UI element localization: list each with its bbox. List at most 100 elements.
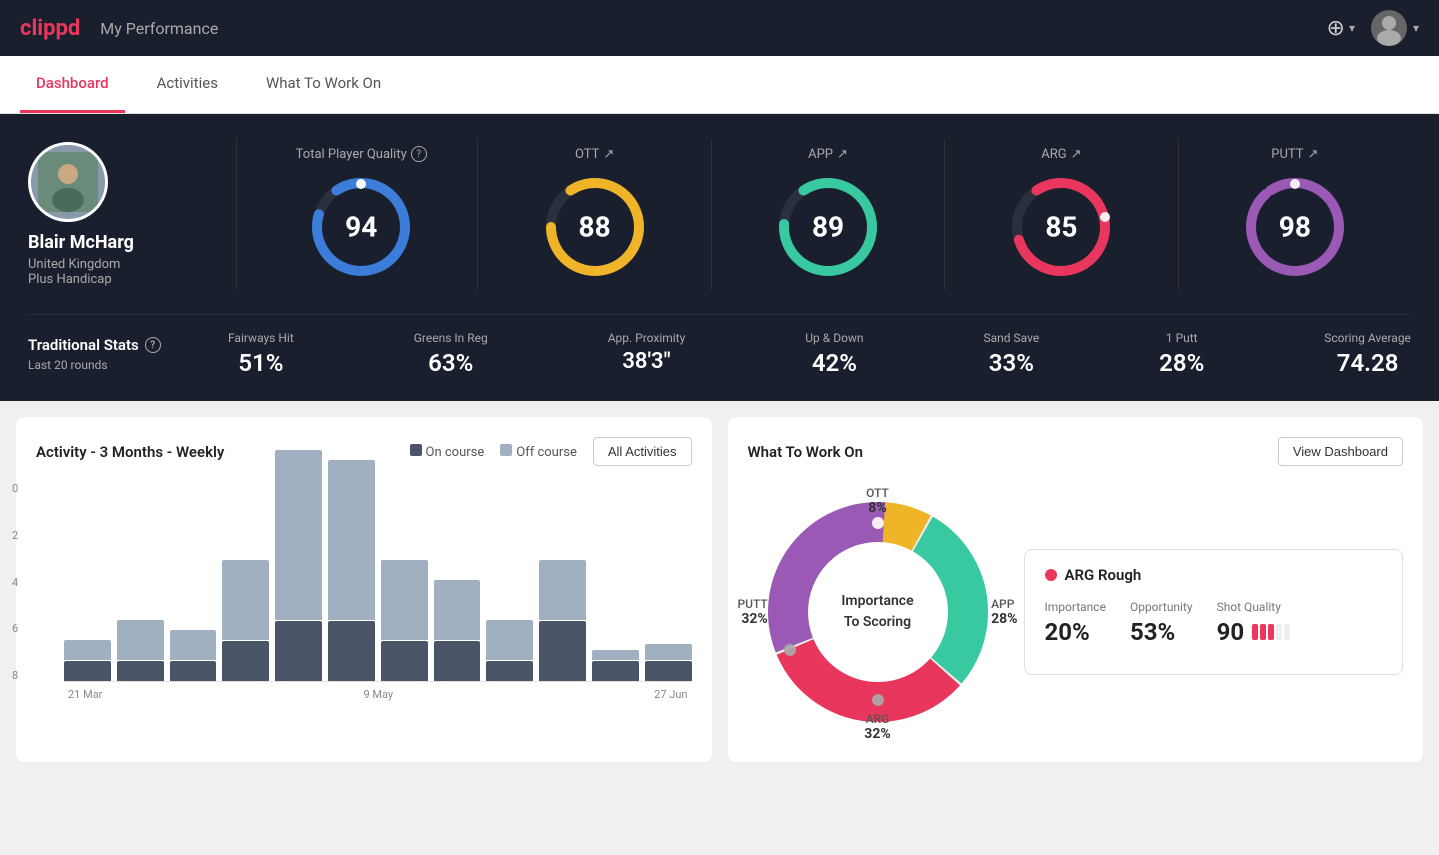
score-putt-value: 98 bbox=[1279, 210, 1311, 243]
stat-gir: Greens In Reg 63% bbox=[414, 331, 488, 377]
app-label: APP 28% bbox=[991, 597, 1017, 627]
stat-items: Fairways Hit 51% Greens In Reg 63% App. … bbox=[228, 331, 1411, 377]
player-name: Blair McHarg bbox=[28, 232, 134, 253]
scores-section: Total Player Quality ? 94 OTT ↗ bbox=[245, 138, 1411, 290]
arg-arrow: ↗ bbox=[1071, 147, 1082, 162]
score-app: APP ↗ 89 bbox=[712, 139, 945, 290]
bar-group bbox=[117, 482, 164, 681]
info-card-title: ARG Rough bbox=[1045, 566, 1383, 584]
stat-1putt: 1 Putt 28% bbox=[1159, 331, 1204, 377]
avatar-chevron: ▾ bbox=[1413, 21, 1419, 35]
player-handicap: Plus Handicap bbox=[28, 272, 112, 287]
tab-activities[interactable]: Activities bbox=[141, 56, 234, 113]
header-right: ⊕ ▾ ▾ bbox=[1327, 10, 1420, 46]
add-icon: ⊕ bbox=[1327, 15, 1345, 41]
trad-period: Last 20 rounds bbox=[28, 358, 208, 372]
trad-help-icon[interactable]: ? bbox=[145, 337, 161, 353]
info-card: ARG Rough Importance 20% Opportunity 53%… bbox=[1024, 549, 1404, 675]
stat-sand: Sand Save 33% bbox=[984, 331, 1040, 377]
stat-scoring: Scoring Average 74.28 bbox=[1324, 331, 1411, 377]
bar-group bbox=[222, 482, 269, 681]
header: clippd My Performance ⊕ ▾ ▾ bbox=[0, 0, 1439, 56]
app-arrow: ↗ bbox=[837, 147, 848, 162]
chart-title: Activity - 3 Months - Weekly bbox=[36, 443, 224, 461]
add-chevron: ▾ bbox=[1349, 21, 1355, 35]
view-dashboard-button[interactable]: View Dashboard bbox=[1278, 437, 1403, 466]
trad-title: Traditional Stats ? bbox=[28, 336, 208, 354]
donut-total: 94 bbox=[306, 172, 416, 282]
offcourse-legend-dot bbox=[500, 444, 512, 456]
header-title: My Performance bbox=[100, 19, 218, 38]
putt-label: PUTT 32% bbox=[738, 597, 768, 627]
score-app-label: APP bbox=[808, 147, 833, 162]
score-arg: ARG ↗ 85 bbox=[945, 139, 1178, 290]
chart-x-labels: 21 Mar 9 May 27 Jun bbox=[64, 688, 692, 701]
help-icon[interactable]: ? bbox=[411, 146, 427, 162]
info-card-dot bbox=[1045, 569, 1057, 581]
stat-updown: Up & Down 42% bbox=[805, 331, 863, 377]
bar-group bbox=[64, 482, 111, 681]
metric-shotquality: Shot Quality 90 bbox=[1217, 600, 1291, 646]
bar-group bbox=[486, 482, 533, 681]
quality-bars bbox=[1252, 624, 1290, 640]
donut-putt: 98 bbox=[1240, 172, 1350, 282]
hero-section: Blair McHarg United Kingdom Plus Handica… bbox=[0, 114, 1439, 401]
score-app-value: 89 bbox=[812, 210, 844, 243]
chart-bars bbox=[64, 482, 692, 682]
bar-group bbox=[381, 482, 428, 681]
bottom-panels: Activity - 3 Months - Weekly On course O… bbox=[0, 401, 1439, 778]
activity-panel: Activity - 3 Months - Weekly On course O… bbox=[16, 417, 712, 762]
score-ott-value: 88 bbox=[579, 210, 611, 243]
chart-y-labels: 8 6 4 2 0 bbox=[12, 482, 18, 682]
donut-arg: 85 bbox=[1006, 172, 1116, 282]
ott-arrow: ↗ bbox=[603, 147, 614, 162]
traditional-stats: Traditional Stats ? Last 20 rounds Fairw… bbox=[28, 314, 1411, 377]
tabs: Dashboard Activities What To Work On bbox=[0, 56, 1439, 114]
oncourse-legend-dot bbox=[410, 444, 422, 456]
metric-opportunity: Opportunity 53% bbox=[1130, 600, 1193, 646]
score-arg-label: ARG bbox=[1041, 147, 1066, 162]
header-left: clippd My Performance bbox=[20, 16, 218, 41]
avatar bbox=[1371, 10, 1407, 46]
score-total-value: 94 bbox=[345, 211, 377, 244]
bar-group bbox=[539, 482, 586, 681]
tab-dashboard[interactable]: Dashboard bbox=[20, 56, 125, 113]
logo-text: clippd bbox=[20, 16, 80, 41]
player-info: Blair McHarg United Kingdom Plus Handica… bbox=[28, 142, 228, 287]
score-ott: OTT ↗ 88 bbox=[478, 139, 711, 290]
bar-group bbox=[328, 482, 375, 681]
wtw-title: What To Work On bbox=[748, 443, 864, 461]
score-arg-value: 85 bbox=[1045, 210, 1077, 243]
bar-group bbox=[275, 482, 322, 681]
stat-fairways: Fairways Hit 51% bbox=[228, 331, 294, 377]
wtw-content: ImportanceTo Scoring OTT 8% APP 28% ARG … bbox=[748, 482, 1404, 742]
donut-app: 89 bbox=[773, 172, 883, 282]
donut-ott: 88 bbox=[540, 172, 650, 282]
score-ott-label: OTT bbox=[575, 147, 599, 162]
arg-label: ARG 32% bbox=[864, 712, 890, 742]
score-putt-label: PUTT bbox=[1271, 147, 1303, 162]
trad-label: Traditional Stats ? Last 20 rounds bbox=[28, 336, 228, 372]
importance-donut-wrap: ImportanceTo Scoring OTT 8% APP 28% ARG … bbox=[748, 482, 1008, 742]
chart-legend: On course Off course bbox=[410, 444, 577, 460]
bar-group bbox=[170, 482, 217, 681]
hero-top: Blair McHarg United Kingdom Plus Handica… bbox=[28, 138, 1411, 290]
user-menu[interactable]: ▾ bbox=[1371, 10, 1419, 46]
player-country: United Kingdom bbox=[28, 257, 120, 272]
add-button[interactable]: ⊕ ▾ bbox=[1327, 15, 1355, 41]
putt-arrow: ↗ bbox=[1308, 147, 1319, 162]
what-to-work-on-panel: What To Work On View Dashboard bbox=[728, 417, 1424, 762]
ott-label: OTT 8% bbox=[866, 486, 889, 516]
info-metrics: Importance 20% Opportunity 53% Shot Qual… bbox=[1045, 600, 1383, 646]
bar-group bbox=[434, 482, 481, 681]
donut-center-label: ImportanceTo Scoring bbox=[841, 591, 913, 633]
bar-group bbox=[592, 482, 639, 681]
score-total-label: Total Player Quality ? bbox=[296, 146, 427, 162]
all-activities-button[interactable]: All Activities bbox=[593, 437, 692, 466]
wtw-header: What To Work On View Dashboard bbox=[748, 437, 1404, 466]
tab-what-to-work-on[interactable]: What To Work On bbox=[250, 56, 397, 113]
avatar bbox=[28, 142, 108, 222]
stat-proximity: App. Proximity 38'3" bbox=[608, 331, 686, 377]
logo: clippd bbox=[20, 16, 80, 41]
score-putt: PUTT ↗ 98 bbox=[1179, 139, 1411, 290]
